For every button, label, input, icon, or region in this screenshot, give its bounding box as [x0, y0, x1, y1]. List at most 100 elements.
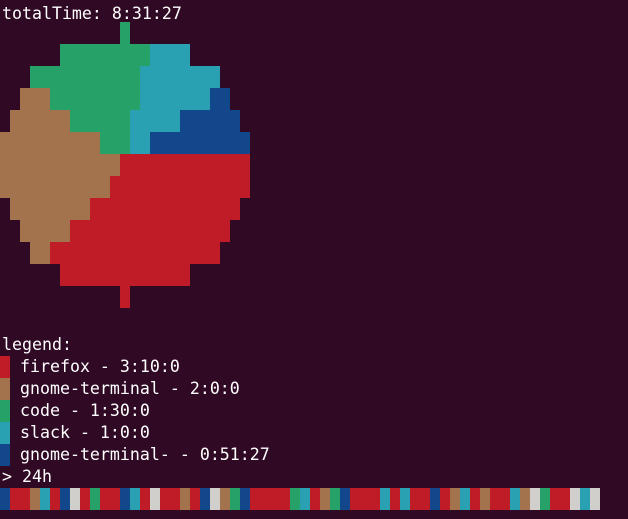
- pie-slice-cell-gnome-terminal: [60, 132, 70, 154]
- pie-slice-cell-firefox: [80, 220, 90, 242]
- pie-slice-cell-gnome-terminal: [50, 176, 60, 198]
- pie-slice-cell-slack: [150, 44, 160, 66]
- pie-slice-cell-slack: [160, 44, 170, 66]
- timeline-cell: [220, 488, 230, 510]
- terminal-window: totalTime: 8:31:27 legend: firefox - 3:1…: [0, 0, 628, 519]
- pie-slice-cell-code: [110, 132, 120, 154]
- pie-slice-cell-firefox: [70, 242, 80, 264]
- pie-slice-cell-gnome-terminal-: [230, 132, 240, 154]
- pie-slice-cell-code: [90, 44, 100, 66]
- timeline-cell: [370, 488, 380, 510]
- timeline-cell: [210, 488, 220, 510]
- pie-slice-cell-slack: [130, 110, 140, 132]
- pie-slice-cell-firefox: [90, 264, 100, 286]
- pie-slice-cell-code: [100, 66, 110, 88]
- pie-slice-cell-firefox: [170, 220, 180, 242]
- pie-slice-cell-gnome-terminal: [60, 220, 70, 242]
- pie-slice-cell-firefox: [180, 198, 190, 220]
- pie-slice-cell-gnome-terminal: [30, 242, 40, 264]
- pie-slice-cell-code: [90, 66, 100, 88]
- pie-slice-cell-firefox: [100, 242, 110, 264]
- pie-slice-cell-slack: [190, 66, 200, 88]
- pie-slice-cell-gnome-terminal-: [190, 110, 200, 132]
- pie-slice-cell-firefox: [150, 198, 160, 220]
- legend-title: legend:: [2, 335, 72, 354]
- pie-slice-cell-firefox: [210, 176, 220, 198]
- pie-slice-cell-firefox: [160, 242, 170, 264]
- pie-slice-cell-code: [130, 44, 140, 66]
- timeline-cell: [10, 488, 20, 510]
- pie-slice-cell-gnome-terminal: [100, 176, 110, 198]
- pie-slice-cell-firefox: [140, 198, 150, 220]
- timeline-cell: [40, 488, 50, 510]
- pie-slice-cell-gnome-terminal: [40, 132, 50, 154]
- legend-swatch: [0, 400, 10, 422]
- pie-slice-cell-slack: [170, 44, 180, 66]
- pie-slice-cell-slack: [210, 66, 220, 88]
- pie-slice-cell-gnome-terminal: [20, 88, 30, 110]
- pie-slice-cell-firefox: [120, 198, 130, 220]
- pie-slice-cell-firefox: [160, 154, 170, 176]
- pie-slice-cell-code: [80, 110, 90, 132]
- pie-slice-cell-gnome-terminal: [80, 154, 90, 176]
- pie-slice-cell-gnome-terminal: [10, 132, 20, 154]
- pie-slice-cell-firefox: [210, 198, 220, 220]
- pie-slice-cell-firefox: [170, 176, 180, 198]
- pie-slice-cell-firefox: [110, 176, 120, 198]
- timeline-cell: [480, 488, 490, 510]
- pie-slice-cell-firefox: [100, 198, 110, 220]
- pie-slice-cell-firefox: [200, 198, 210, 220]
- pie-slice-cell-gnome-terminal-: [220, 110, 230, 132]
- pie-slice-cell-code: [80, 88, 90, 110]
- pie-slice-cell-slack: [200, 66, 210, 88]
- pie-slice-cell-code: [120, 110, 130, 132]
- pie-slice-cell-slack: [150, 110, 160, 132]
- pie-slice-cell-gnome-terminal: [40, 110, 50, 132]
- pie-slice-cell-code: [100, 44, 110, 66]
- pie-slice-cell-code: [110, 88, 120, 110]
- timeline-cell: [260, 488, 270, 510]
- pie-slice-cell-gnome-terminal: [30, 132, 40, 154]
- timeline-cell: [300, 488, 310, 510]
- pie-slice-cell-code: [110, 66, 120, 88]
- pie-slice-cell-gnome-terminal: [20, 132, 30, 154]
- pie-slice-cell-code: [50, 66, 60, 88]
- pie-slice-cell-firefox: [190, 176, 200, 198]
- pie-slice-cell-code: [120, 88, 130, 110]
- pie-slice-cell-code: [90, 88, 100, 110]
- pie-slice-cell-gnome-terminal: [20, 154, 30, 176]
- pie-slice-cell-gnome-terminal: [0, 154, 10, 176]
- pie-slice-cell-gnome-terminal: [70, 198, 80, 220]
- timeline-cell: [110, 488, 120, 510]
- pie-slice-cell-code: [100, 88, 110, 110]
- pie-slice-cell-gnome-terminal: [50, 110, 60, 132]
- pie-slice-cell-slack: [140, 66, 150, 88]
- pie-slice-cell-firefox: [220, 220, 230, 242]
- timeline-cell: [580, 488, 590, 510]
- legend-label: code - 1:30:0: [20, 401, 150, 420]
- pie-slice-cell-firefox: [210, 220, 220, 242]
- pie-slice-cell-gnome-terminal: [10, 154, 20, 176]
- pie-slice-cell-firefox: [230, 176, 240, 198]
- pie-slice-cell-firefox: [60, 242, 70, 264]
- pie-slice-cell-gnome-terminal: [40, 220, 50, 242]
- pie-slice-cell-slack: [140, 88, 150, 110]
- legend-swatch: [0, 422, 10, 444]
- timeline-cell: [530, 488, 540, 510]
- pie-slice-cell-gnome-terminal: [20, 198, 30, 220]
- pie-slice-cell-code: [70, 44, 80, 66]
- pie-slice-cell-code: [130, 88, 140, 110]
- timeline-cell: [540, 488, 550, 510]
- pie-slice-cell-gnome-terminal: [10, 198, 20, 220]
- pie-slice-cell-slack: [150, 66, 160, 88]
- pie-slice-cell-firefox: [140, 220, 150, 242]
- pie-slice-cell-firefox: [180, 220, 190, 242]
- pie-slice-cell-code: [140, 44, 150, 66]
- pie-slice-cell-firefox: [70, 220, 80, 242]
- pie-slice-cell-code: [100, 132, 110, 154]
- command-prompt[interactable]: > 24h: [2, 466, 52, 488]
- pie-slice-cell-firefox: [120, 176, 130, 198]
- pie-slice-cell-firefox: [150, 242, 160, 264]
- pie-slice-cell-code: [110, 44, 120, 66]
- pie-slice-cell-gnome-terminal: [50, 154, 60, 176]
